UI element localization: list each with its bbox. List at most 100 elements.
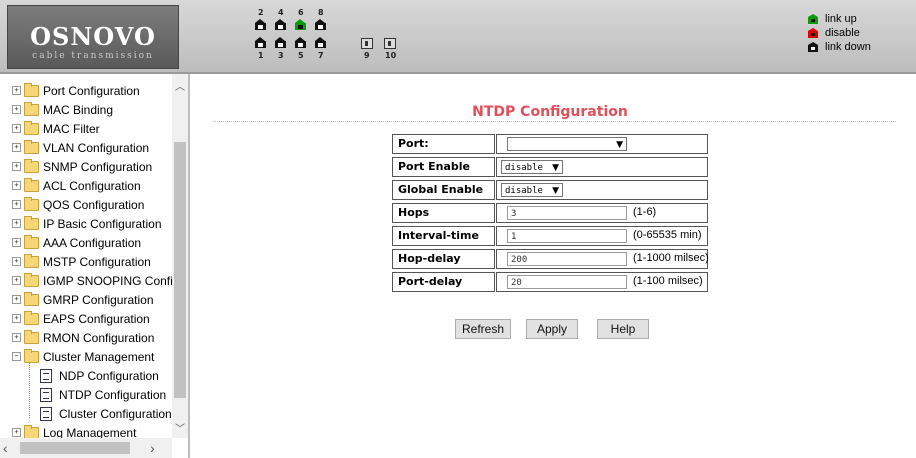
port-enable-select[interactable]: disable ▼ [501,160,563,174]
sidebar-item-snmp-configuration[interactable]: + SNMP Configuration [0,157,172,176]
port-icon-5[interactable] [295,37,306,48]
folder-icon [24,197,39,211]
sidebar-item-port-configuration[interactable]: + Port Configuration [0,81,172,100]
title-divider [213,121,896,122]
sidebar-horizontal-scrollbar[interactable]: ‹ › [0,438,172,458]
hops-range-hint: (1-6) [633,206,657,218]
expand-icon[interactable]: + [12,257,21,266]
document-icon [40,407,52,421]
open-folder-icon [24,349,39,363]
sidebar-item-mstp-configuration[interactable]: + MSTP Configuration [0,252,172,271]
port-number: 3 [278,51,284,60]
apply-button[interactable]: Apply [526,319,578,339]
sidebar-item-label: MAC Filter [43,122,100,136]
expand-icon[interactable]: + [12,86,21,95]
port-icon-7[interactable] [315,37,326,48]
port-number: 8 [318,8,324,17]
global-enable-value: disable [505,186,543,196]
expand-icon[interactable]: + [12,295,21,304]
refresh-button[interactable]: Refresh [455,319,511,339]
expand-icon[interactable]: + [12,238,21,247]
sidebar-item-label: IP Basic Configuration [43,217,162,231]
port-select[interactable]: ▼ [507,137,627,151]
logo: OSNOVO cable transmission [7,5,179,69]
expand-icon[interactable]: + [12,105,21,114]
sidebar-vertical-scrollbar[interactable]: ︿ ﹀ [172,74,188,438]
sfp-port-icon-9[interactable] [361,38,373,49]
expand-icon[interactable]: + [12,314,21,323]
legend-link-down: link down [825,41,871,53]
global-enable-select[interactable]: disable ▼ [501,183,563,197]
chevron-down-icon: ▼ [552,186,559,196]
scroll-left-icon[interactable]: ‹ [3,440,8,456]
sidebar-item-rmon-configuration[interactable]: + RMON Configuration [0,328,172,347]
sidebar-item-label: SNMP Configuration [43,160,153,174]
scrollbar-thumb[interactable] [20,442,130,454]
sidebar-item-eaps-configuration[interactable]: + EAPS Configuration [0,309,172,328]
interval-time-row: Interval-time 1 (0-65535 min) [392,226,712,246]
expand-icon[interactable]: + [12,219,21,228]
sidebar-item-aaa-configuration[interactable]: + AAA Configuration [0,233,172,252]
expand-icon[interactable]: + [12,428,21,437]
sidebar-item-igmp-snooping[interactable]: + IGMP SNOOPING Confi [0,271,172,290]
scroll-right-icon[interactable]: › [150,440,155,456]
port-enable-cell: disable ▼ [496,157,708,177]
sidebar-item-ip-basic-configuration[interactable]: + IP Basic Configuration [0,214,172,233]
sidebar-item-ntdp-configuration[interactable]: NTDP Configuration [0,385,172,404]
sidebar-item-log-management[interactable]: + Log Management [0,423,172,438]
folder-icon [24,121,39,135]
folder-icon [24,83,39,97]
sidebar-item-label: Log Management [43,426,137,438]
expand-icon[interactable]: + [12,181,21,190]
link-up-icon [808,14,818,24]
sidebar-item-mac-binding[interactable]: + MAC Binding [0,100,172,119]
expand-icon[interactable]: + [12,200,21,209]
global-enable-cell: disable ▼ [496,180,708,200]
legend-disable: disable [825,27,860,39]
sidebar-item-mac-filter[interactable]: + MAC Filter [0,119,172,138]
port-icon-1[interactable] [255,37,266,48]
hop-delay-input[interactable]: 200 [507,252,627,266]
page-title: NTDP Configuration [472,104,628,120]
sidebar-item-cluster-configuration[interactable]: Cluster Configuration [0,404,172,423]
folder-icon [24,330,39,344]
sidebar-item-ndp-configuration[interactable]: NDP Configuration [0,366,172,385]
expand-icon[interactable]: + [12,333,21,342]
port-enable-value: disable [505,163,543,173]
port-number: 1 [258,51,264,60]
scroll-up-icon[interactable]: ︿ [172,78,188,93]
link-down-icon [808,42,818,52]
sidebar-item-vlan-configuration[interactable]: + VLAN Configuration [0,138,172,157]
port-number: 5 [298,51,304,60]
expand-icon[interactable]: + [12,124,21,133]
sidebar-item-label: QOS Configuration [43,198,145,212]
port-icon-4[interactable] [275,19,286,30]
scroll-down-icon[interactable]: ﹀ [172,420,188,435]
port-icon-8[interactable] [315,19,326,30]
port-cell: ▼ [496,134,708,154]
nav-tree: + Port Configuration + MAC Binding + MAC Fi… [0,74,172,438]
sidebar-item-acl-configuration[interactable]: + ACL Configuration [0,176,172,195]
hop-delay-range-hint: (1-1000 milsec) [633,252,709,264]
collapse-icon[interactable]: − [12,352,21,361]
port-icon-3[interactable] [275,37,286,48]
scrollbar-thumb[interactable] [174,142,186,398]
port-delay-input[interactable]: 20 [507,275,627,289]
interval-time-input[interactable]: 1 [507,229,627,243]
hop-delay-row: Hop-delay 200 (1-1000 milsec) [392,249,712,269]
logo-subtitle: cable transmission [32,51,154,61]
port-number: 9 [364,51,370,60]
sfp-port-icon-10[interactable] [384,38,396,49]
expand-icon[interactable]: + [12,276,21,285]
expand-icon[interactable]: + [12,162,21,171]
sidebar-item-qos-configuration[interactable]: + QOS Configuration [0,195,172,214]
sidebar-item-label: MAC Binding [43,103,114,117]
port-icon-2[interactable] [255,19,266,30]
sidebar-item-cluster-management[interactable]: − Cluster Management [0,347,172,366]
expand-icon[interactable]: + [12,143,21,152]
folder-icon [24,178,39,192]
help-button[interactable]: Help [597,319,649,339]
sidebar-item-gmrp-configuration[interactable]: + GMRP Configuration [0,290,172,309]
hops-input[interactable]: 3 [507,206,627,220]
port-icon-6[interactable] [295,19,306,30]
